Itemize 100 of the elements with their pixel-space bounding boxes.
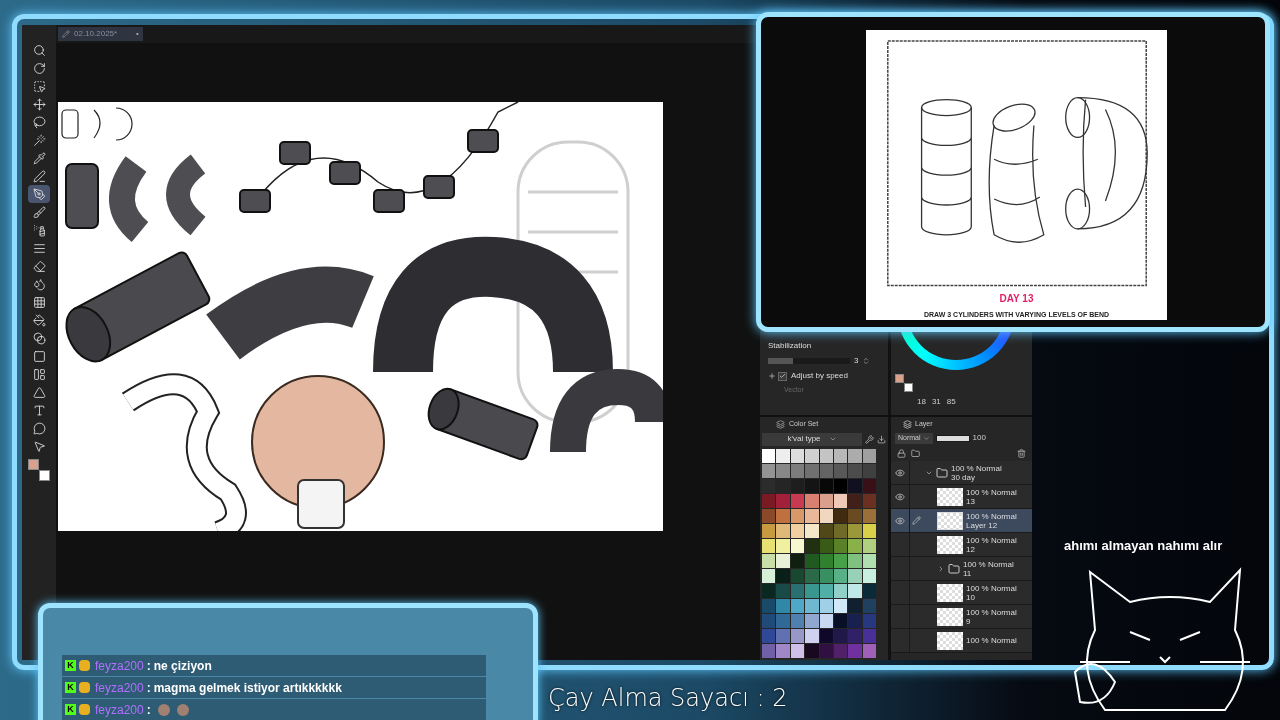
lines-icon <box>32 241 46 255</box>
eye-icon[interactable] <box>895 491 905 502</box>
panel-frame-icon <box>32 367 46 381</box>
badge: K <box>65 704 76 715</box>
spinner-icon <box>862 357 871 365</box>
chat-separator: : <box>146 679 151 697</box>
cat-caption: ahımı almayan nahımı alır <box>1064 537 1223 555</box>
layer-mode: 100 % Normal <box>951 463 1002 473</box>
sub-color-swatch[interactable] <box>904 383 913 392</box>
magic-wand-icon <box>32 133 46 147</box>
layer-name: 12 <box>966 544 976 554</box>
text-tool-icon <box>32 403 46 417</box>
droplets-icon <box>32 277 46 291</box>
caret-icon <box>922 434 930 442</box>
lasso-icon <box>32 115 46 129</box>
layer-mode: 100 % Normal <box>966 583 1017 593</box>
brush-icon <box>32 205 46 219</box>
sub-color-swatch[interactable] <box>39 470 50 481</box>
layers-icon <box>903 419 912 429</box>
main-color-swatch[interactable] <box>28 459 39 470</box>
folder-icon <box>948 562 960 575</box>
square-icon <box>32 349 46 363</box>
color-value: 31 <box>931 396 941 408</box>
layer-row[interactable]: 100 % Normal 11 <box>891 557 1032 581</box>
expand-chevron-icon[interactable] <box>937 564 945 573</box>
close-dot[interactable]: • <box>136 28 139 40</box>
paint-bucket-icon <box>32 313 46 327</box>
chat-username: feyza200 <box>95 701 144 719</box>
download-icon <box>877 434 886 444</box>
layer-thumbnail <box>937 631 963 650</box>
layer-name: 11 <box>963 568 973 578</box>
layer-thumbnail <box>937 583 963 602</box>
trash-icon <box>1017 448 1026 458</box>
layer-name: 9 <box>966 616 972 626</box>
layer-row[interactable]: 100 % Normal 13 <box>891 485 1032 509</box>
folder-icon <box>911 448 920 458</box>
rotate-arrow-icon <box>32 61 46 75</box>
layer-name: 30 day <box>951 472 977 482</box>
layer-row[interactable]: 100 % Normal 12 <box>891 533 1032 557</box>
opacity-value: 100 <box>972 432 986 444</box>
emote-icon <box>157 703 170 716</box>
checkbox[interactable] <box>778 371 787 381</box>
reference-title: DAY 13 <box>999 291 1034 306</box>
layer-mode: 100 % Normal <box>966 636 1017 645</box>
layer-row[interactable]: 100 % Normal 10 <box>891 581 1032 605</box>
spray-can-icon <box>32 223 46 237</box>
layer-row[interactable]: 100 % Normal Layer 12 <box>891 509 1032 533</box>
speech-balloon-icon <box>32 421 46 435</box>
caret-icon <box>828 435 837 443</box>
pencil-icon <box>912 516 921 525</box>
layer-mode: 100 % Normal <box>966 607 1017 617</box>
plus-icon <box>768 372 776 380</box>
layer-mode: 100 % Normal <box>963 559 1014 569</box>
layer-thumbnail <box>937 511 963 530</box>
folder-icon <box>936 466 948 479</box>
color-palette[interactable] <box>760 447 878 658</box>
layer-mode: 100 % Normal <box>966 535 1017 545</box>
chat-text: magma gelmek istiyor artıkkkkkk <box>153 679 342 697</box>
lock-icon <box>897 448 906 458</box>
stabilization-label: Stabilization <box>768 340 813 352</box>
layer-row[interactable]: 100 % Normal 9 <box>891 605 1032 629</box>
eraser-icon <box>32 259 46 273</box>
document-tab[interactable]: 02.10.2025* • <box>58 27 143 41</box>
pointer-icon <box>32 439 46 453</box>
pencil-icon <box>62 30 70 38</box>
layer-name: 10 <box>966 592 976 602</box>
opacity-slider[interactable] <box>936 435 969 441</box>
layer-thumbnail <box>937 535 963 554</box>
layer-thumbnail <box>937 487 963 506</box>
layer-name: 13 <box>966 496 976 506</box>
grid-icon <box>32 295 46 309</box>
layer-mode: 100 % Normal <box>966 511 1017 521</box>
color-value: 18 <box>917 396 926 408</box>
layer-thumbnail <box>937 607 963 626</box>
eyedropper-icon <box>32 151 46 165</box>
emote-icon <box>176 703 189 716</box>
adjust-by-speed-label: Adjust by speed <box>791 370 848 382</box>
move-arrows-icon <box>32 97 46 111</box>
stabilization-value: 3 <box>854 355 859 367</box>
main-color-swatch[interactable] <box>895 374 904 383</box>
color-set-dropdown[interactable]: k'vai type <box>762 432 862 446</box>
wrench-icon <box>865 434 874 444</box>
chat-username: feyza200 <box>95 657 144 675</box>
stabilization-slider[interactable] <box>768 358 850 364</box>
layer-row[interactable]: 100 % Normal <box>891 629 1032 653</box>
tool-button[interactable] <box>28 185 50 203</box>
pen-icon <box>32 169 46 183</box>
chat-text: ne çiziyon <box>153 657 212 675</box>
search-icon <box>32 43 46 57</box>
chat-username: feyza200 <box>95 679 144 697</box>
document-title: 02.10.2025* <box>74 28 119 40</box>
eye-icon[interactable] <box>895 467 905 478</box>
tea-counter: Çay Alma Sayacı : 2 <box>548 683 788 714</box>
chat-separator: : <box>146 701 151 719</box>
color-value: 85 <box>946 396 956 408</box>
eye-icon[interactable] <box>895 515 905 526</box>
badge: K <box>65 660 76 671</box>
pen-nib-icon <box>32 187 46 201</box>
layer-mode: 100 % Normal <box>966 487 1017 497</box>
layer-row[interactable]: 100 % Normal 30 day <box>891 461 1032 485</box>
